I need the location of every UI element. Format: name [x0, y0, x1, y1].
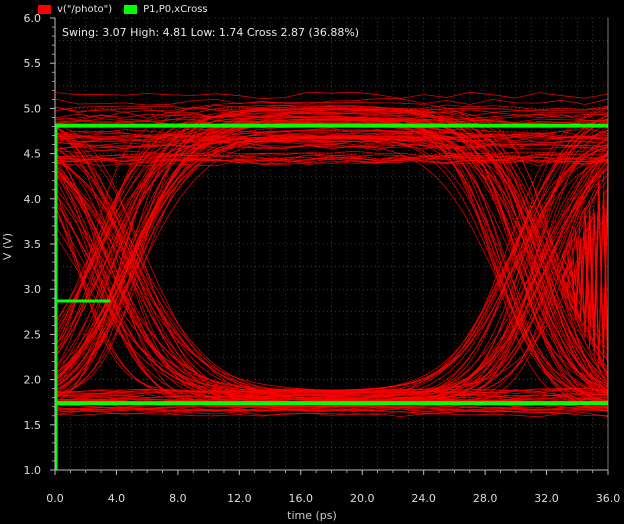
y-tick-label: 5.0	[24, 102, 42, 115]
x-tick-label: 16.0	[289, 492, 314, 505]
eye-diagram-chart: 0.0 4.0 8.0 12.0 16.0 20.0 24.0 28.0 32.0 36.0 1.…	[0, 0, 624, 524]
x-tick-label: 36.0	[596, 492, 621, 505]
y-tick-label: 3.5	[24, 238, 42, 251]
y-tick-label: 5.5	[24, 57, 42, 70]
x-tick-label: 4.0	[108, 492, 126, 505]
legend-swatch-green	[124, 4, 138, 14]
legend-label-photo: v("/photo")	[57, 3, 113, 15]
eye-metrics-annotation: Swing: 3.07 High: 4.81 Low: 1.74 Cross 2…	[62, 26, 360, 39]
legend-label-markers: P1,P0,xCross	[143, 3, 208, 15]
y-tick-label: 2.5	[24, 328, 42, 341]
legend-item-markers[interactable]: P1,P0,xCross	[124, 3, 208, 15]
y-tick-label: 3.0	[24, 283, 42, 296]
y-tick-label: 1.5	[24, 419, 42, 432]
y-tick-label: 2.0	[24, 374, 42, 387]
x-tick-label: 0.0	[46, 492, 64, 505]
y-axis-label: V (V)	[1, 232, 15, 261]
x-tick-label: 24.0	[411, 492, 436, 505]
x-tick-label: 20.0	[350, 492, 375, 505]
y-tick-label: 4.5	[24, 148, 42, 161]
x-tick-label: 32.0	[534, 492, 559, 505]
x-tick-label: 28.0	[473, 492, 498, 505]
legend-item-photo[interactable]: v("/photo")	[38, 4, 112, 15]
x-tick-label: 12.0	[227, 492, 252, 505]
x-tick-label: 8.0	[169, 492, 187, 505]
y-tick-label: 1.0	[24, 464, 42, 477]
y-tick-label: 4.0	[24, 193, 42, 206]
legend: v("/photo") P1,P0,xCross	[38, 2, 220, 16]
x-axis-label: time (ps)	[287, 509, 337, 522]
legend-swatch-red	[38, 4, 51, 14]
